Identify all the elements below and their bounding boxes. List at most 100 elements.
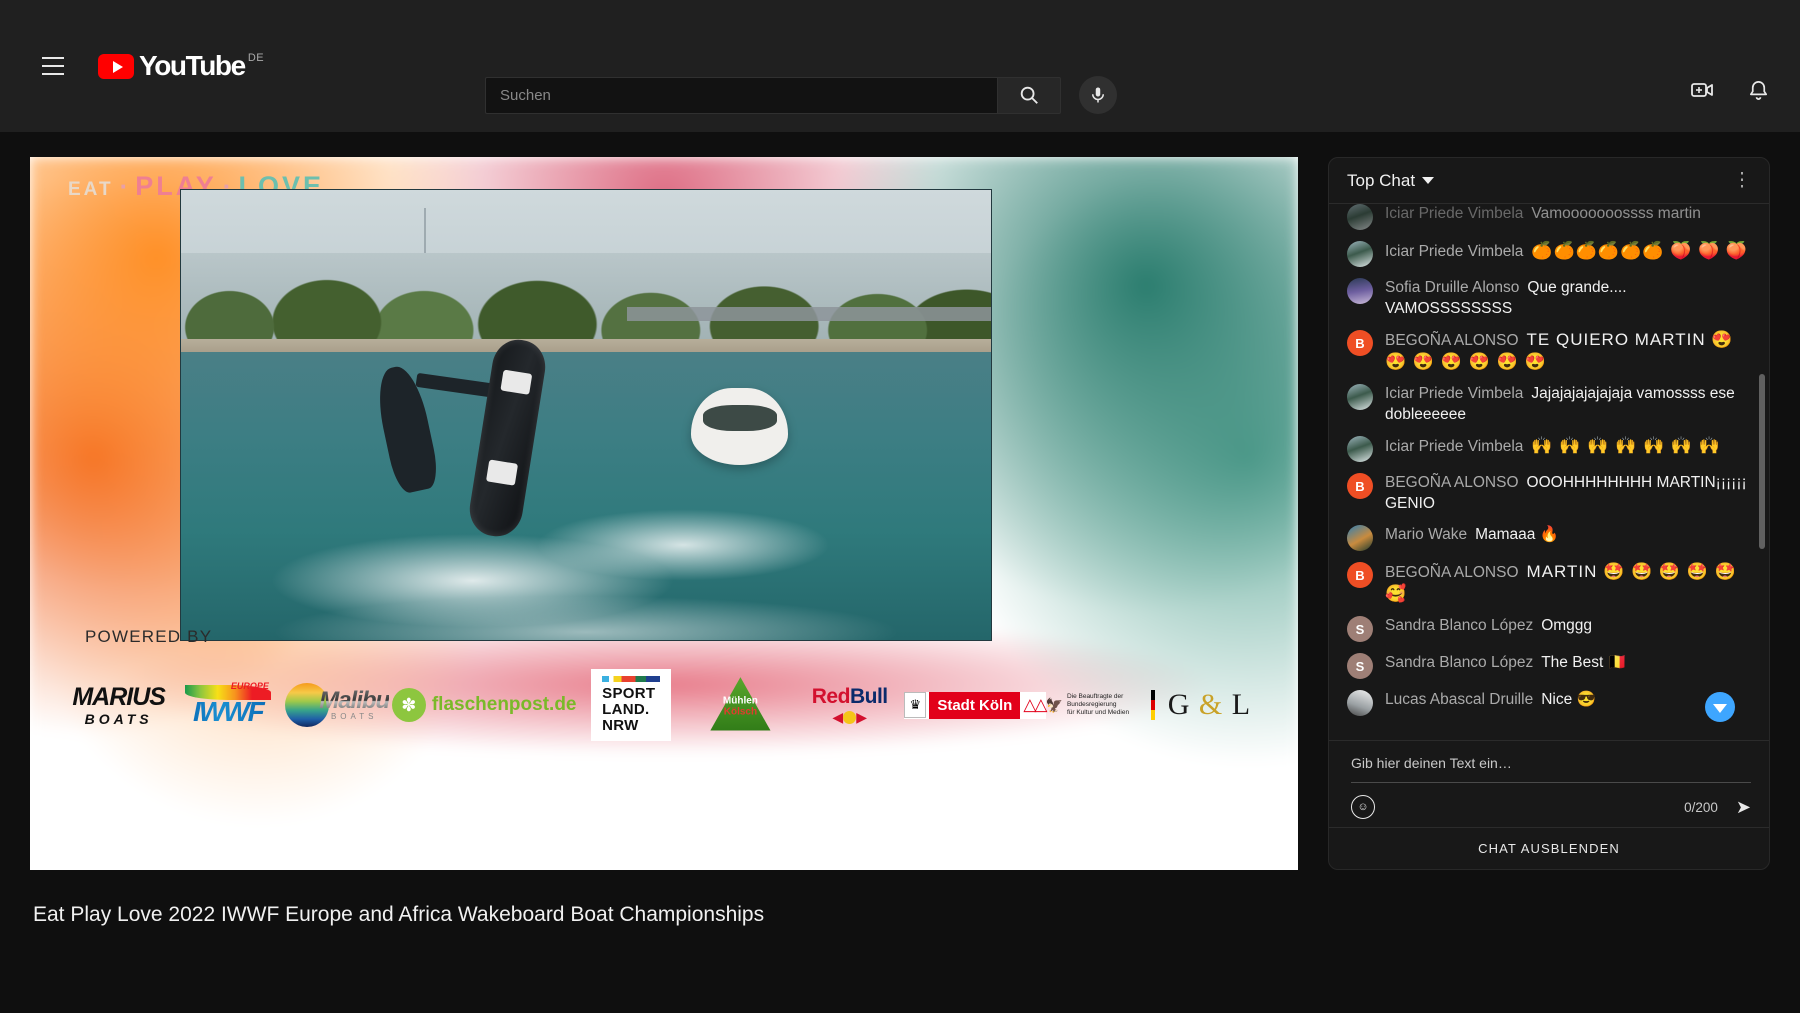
- notifications-button[interactable]: [1744, 76, 1772, 104]
- chat-header: Top Chat ⋮: [1329, 158, 1769, 204]
- sponsor-logo-stadt-koeln: ♛ Stadt Köln △△: [904, 674, 1048, 736]
- chat-author[interactable]: BEGOÑA ALONSO: [1385, 332, 1519, 349]
- sponsor-nrw-line3: NRW: [602, 716, 639, 734]
- sponsor-redbull-line1: Red: [811, 684, 851, 708]
- send-icon[interactable]: ➤: [1736, 798, 1751, 816]
- chat-message: S Sandra Blanco López Omggg: [1343, 610, 1759, 647]
- chat-author[interactable]: Sofia Druille Alonso: [1385, 279, 1519, 296]
- chat-author[interactable]: Iciar Priede Vimbela: [1385, 385, 1523, 402]
- avatar[interactable]: [1347, 241, 1373, 267]
- search-icon: [1020, 86, 1038, 104]
- avatar[interactable]: [1347, 384, 1373, 410]
- avatar[interactable]: B: [1347, 562, 1373, 588]
- chat-mode-label: Top Chat: [1347, 170, 1416, 190]
- search-area: [485, 76, 1117, 114]
- avatar[interactable]: S: [1347, 616, 1373, 642]
- chat-text: Omggg: [1541, 617, 1593, 634]
- federal-eagle-icon: 🦅: [1045, 696, 1063, 713]
- emoji-picker-icon[interactable]: ☺: [1351, 795, 1375, 819]
- hide-chat-button[interactable]: CHAT AUSBLENDEN: [1329, 827, 1769, 869]
- chat-author[interactable]: Lucas Abascal Druille: [1385, 691, 1533, 708]
- microphone-icon: [1092, 87, 1104, 103]
- chat-compose-area: ☺ 0/200 ➤: [1329, 740, 1769, 827]
- hamburger-line: [42, 57, 64, 59]
- hamburger-line: [42, 73, 64, 75]
- chat-message: B BEGOÑA ALONSO OOOHHHHHHHH MARTIN¡¡¡¡¡¡ …: [1343, 467, 1759, 519]
- chat-author[interactable]: Sandra Blanco López: [1385, 617, 1533, 634]
- stream-frame: EAT · PLAY · LOVE POWERED BY MARIUS BOAT…: [30, 157, 1298, 870]
- sponsor-bkm-line1: Die Beauftragte der Bundesregierung: [1066, 692, 1124, 708]
- sponsor-koelsch-line1: Mühlen: [722, 695, 758, 707]
- masthead-right: [1688, 76, 1772, 104]
- chat-compose-controls: ☺ 0/200 ➤: [1351, 795, 1751, 819]
- avatar[interactable]: B: [1347, 473, 1373, 499]
- flaschenpost-bottle-icon: ✽: [391, 688, 426, 722]
- chat-char-count: 0/200: [1684, 799, 1718, 815]
- sponsor-marius-line2: BOATS: [84, 710, 153, 727]
- youtube-play-icon: [98, 54, 134, 79]
- sponsor-logo-malibu-boats: Malibu BOATS: [283, 674, 392, 736]
- sponsor-redbull-line2: Bull: [849, 684, 888, 708]
- sponsor-logo-muehlen-koelsch: Mühlen Kölsch: [686, 674, 795, 736]
- sponsor-malibu-line1: Malibu: [319, 687, 390, 714]
- sponsor-gl-g: G: [1167, 688, 1191, 721]
- masthead: YouTube DE: [0, 0, 1800, 132]
- chat-author[interactable]: Iciar Priede Vimbela: [1385, 243, 1523, 260]
- chat-author[interactable]: BEGOÑA ALONSO: [1385, 564, 1519, 581]
- sponsor-malibu-line2: BOATS: [330, 712, 378, 721]
- chat-message: S Sandra Blanco López The Best 🇧🇪: [1343, 647, 1759, 684]
- sponsor-logo-g-and-l: G & L: [1155, 674, 1264, 736]
- chat-author[interactable]: BEGOÑA ALONSO: [1385, 474, 1519, 491]
- chat-input[interactable]: [1351, 755, 1751, 771]
- chat-author[interactable]: Mario Wake: [1385, 526, 1467, 543]
- sponsor-koelsch-line2: Kölsch: [723, 706, 758, 718]
- sponsor-logo-bkm: 🦅 Die Beauftragte der Bundesregierung fü…: [1046, 674, 1155, 736]
- sponsor-gl-amp: &: [1198, 688, 1224, 721]
- avatar[interactable]: [1347, 525, 1373, 551]
- youtube-logo-text: YouTube: [139, 50, 246, 81]
- chat-input-wrapper[interactable]: [1351, 755, 1751, 783]
- page-body: EAT · PLAY · LOVE POWERED BY MARIUS BOAT…: [0, 132, 1800, 1013]
- hamburger-menu-icon[interactable]: [30, 43, 76, 89]
- avatar[interactable]: S: [1347, 653, 1373, 679]
- scroll-to-bottom-icon[interactable]: [1705, 692, 1735, 722]
- chevron-down-icon: [1422, 177, 1435, 184]
- redbull-sun-icon: [843, 711, 857, 725]
- chat-text: Nice 😎: [1541, 691, 1596, 708]
- search-box[interactable]: [485, 76, 997, 114]
- avatar[interactable]: [1347, 278, 1373, 304]
- chat-message: B BEGOÑA ALONSO TE QUIERO MARTIN 😍 😍 😍 😍 …: [1343, 324, 1759, 378]
- chat-message-list[interactable]: Iciar Priede Vimbela Vamooooooossss marti…: [1329, 204, 1769, 740]
- search-button[interactable]: [997, 76, 1061, 114]
- chat-message: Iciar Priede Vimbela 🍊🍊🍊🍊🍊🍊 🍑 🍑 🍑: [1343, 235, 1759, 272]
- youtube-logo[interactable]: YouTube DE: [98, 51, 264, 81]
- chat-author[interactable]: Iciar Priede Vimbela: [1385, 205, 1523, 222]
- chat-options-button[interactable]: ⋮: [1729, 171, 1755, 190]
- hamburger-line: [42, 65, 64, 67]
- chat-text: The Best 🇧🇪: [1541, 654, 1627, 671]
- powered-by-label: POWERED BY: [85, 627, 213, 646]
- sponsor-logo-marius-boats: MARIUS BOATS: [64, 674, 173, 736]
- chat-message: Lucas Abascal Druille Nice 😎: [1343, 684, 1759, 721]
- create-video-button[interactable]: [1688, 76, 1716, 104]
- avatar[interactable]: B: [1347, 330, 1373, 356]
- chat-scrollbar[interactable]: [1759, 374, 1765, 549]
- search-input[interactable]: [500, 86, 997, 104]
- sponsor-row: MARIUS BOATS EUROPE IWWF Malibu BOATS ✽ …: [30, 669, 1298, 741]
- sponsor-iwwf-letters: IWWF: [185, 697, 271, 726]
- chat-author[interactable]: Iciar Priede Vimbela: [1385, 438, 1523, 455]
- chat-author[interactable]: Sandra Blanco López: [1385, 654, 1533, 671]
- video-player[interactable]: EAT · PLAY · LOVE POWERED BY MARIUS BOAT…: [30, 157, 1298, 870]
- chat-message: Iciar Priede Vimbela Jajajajajajajaja vam…: [1343, 378, 1759, 430]
- voice-search-button[interactable]: [1079, 76, 1117, 114]
- branding-eat: EAT: [68, 179, 114, 200]
- avatar[interactable]: [1347, 436, 1373, 462]
- avatar[interactable]: [1347, 204, 1373, 230]
- sponsor-iwwf-region: EUROPE: [230, 680, 269, 691]
- avatar[interactable]: [1347, 690, 1373, 716]
- video-title: Eat Play Love 2022 IWWF Europe and Afric…: [33, 903, 765, 926]
- redbull-bulls-icon: ◀ ▶: [832, 708, 867, 725]
- sponsor-flaschenpost-text: flaschenpost.de: [431, 694, 577, 715]
- chat-mode-selector[interactable]: Top Chat: [1347, 170, 1435, 191]
- youtube-country-code: DE: [247, 52, 265, 64]
